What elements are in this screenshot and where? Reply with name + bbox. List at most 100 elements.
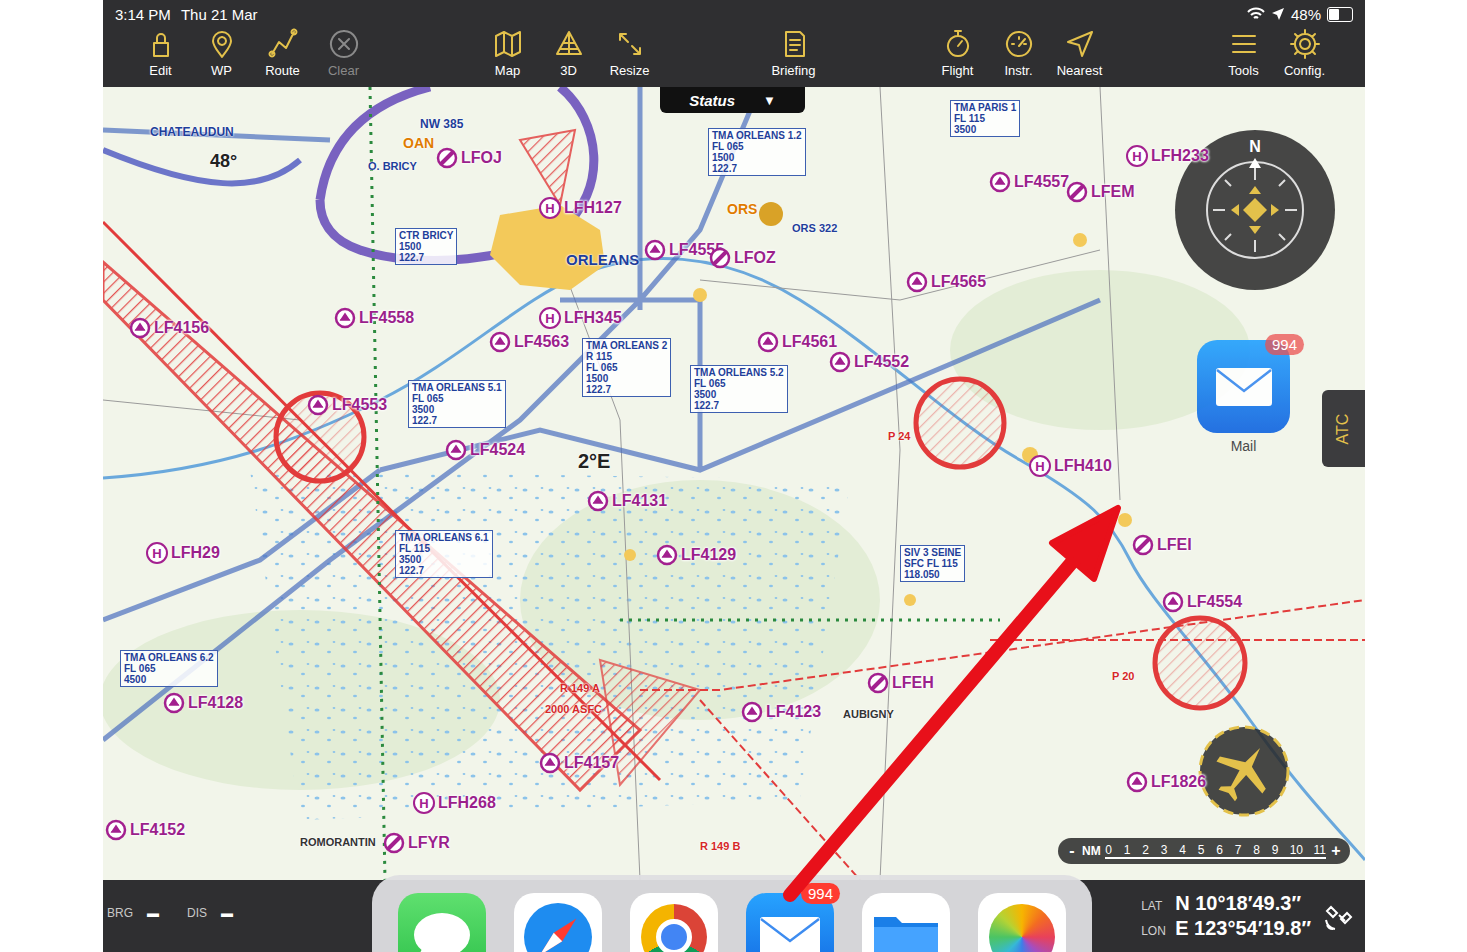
airfield-pin[interactable]: HLFH345	[539, 307, 622, 329]
airfield-pin[interactable]: LF4557	[989, 171, 1069, 193]
toolbar-button[interactable]: Route	[252, 28, 313, 78]
zoom-out-button[interactable]: -	[1066, 842, 1078, 860]
map-label: OAN	[403, 136, 434, 151]
airfield-icon	[489, 331, 511, 353]
airfield-pin[interactable]: LF4128	[163, 692, 243, 714]
location-arrow-icon	[1271, 7, 1285, 21]
airfield-pin[interactable]: LFEH	[867, 672, 934, 694]
airfield-pin[interactable]: LF4123	[741, 701, 821, 723]
chart-map[interactable]: TMA ORLEANS 1.2FL 0651500122.7 TMA PARIS …	[103, 87, 1365, 880]
map-label: NW 385	[420, 118, 463, 131]
toolbar-icon	[1289, 28, 1321, 60]
map-label: 2°E	[578, 450, 610, 472]
airspace-label[interactable]: CTR BRICY1500122.7	[395, 228, 457, 265]
airfield-pin[interactable]: HLFH268	[413, 792, 496, 814]
airfield-icon	[445, 439, 467, 461]
toolbar-button[interactable]: Clear	[313, 28, 374, 78]
toolbar-button[interactable]: 3D	[538, 28, 599, 78]
airspace-label[interactable]: TMA ORLEANS 5.1FL 0653500122.7	[408, 380, 506, 428]
files-app-icon[interactable]	[862, 893, 950, 952]
airspace-label[interactable]: TMA PARIS 1FL 1153500	[950, 100, 1020, 137]
mail-app-floating[interactable]: 994Mail	[1197, 340, 1290, 460]
chrome-app-icon[interactable]	[630, 893, 718, 952]
airfield-pin[interactable]: LF4129	[656, 544, 736, 566]
clock: 3:14 PM	[115, 6, 171, 23]
airfield-icon	[334, 307, 356, 329]
airfield-pin[interactable]: LFEM	[1066, 181, 1135, 203]
airfield-icon	[539, 752, 561, 774]
map-label: 2000 ASFC	[545, 703, 602, 715]
toolbar-group: Map3DResize	[477, 28, 660, 78]
airfield-icon	[757, 331, 779, 353]
airspace-label[interactable]: TMA ORLEANS 2R 115FL 0651500122.7	[582, 338, 671, 397]
airfield-pin[interactable]: LF4558	[334, 307, 414, 329]
toolbar-button[interactable]: Nearest	[1049, 28, 1110, 78]
airspace-label[interactable]: TMA ORLEANS 1.2FL 0651500122.7	[708, 128, 806, 176]
status-tab[interactable]: Status▼	[660, 87, 805, 113]
airfield-pin[interactable]: LF4565	[906, 271, 986, 293]
messages-app-icon[interactable]	[398, 893, 486, 952]
airfield-pin[interactable]: LF4563	[489, 331, 569, 353]
mail-app-icon[interactable]: 994	[746, 893, 834, 952]
airfield-pin[interactable]: LF1826	[1126, 771, 1206, 793]
status-bar: 3:14 PMThu 21 Mar48%	[103, 0, 1365, 28]
airfield-pin[interactable]: LF4553	[307, 394, 387, 416]
airfield-icon	[383, 832, 405, 854]
toolbar-button[interactable]: Config.	[1274, 28, 1335, 78]
toolbar-group: Briefing	[763, 28, 824, 78]
airfield-icon: H	[146, 542, 168, 564]
airspace-label[interactable]: SIV 3 SEINESFC FL 115118.050	[900, 545, 965, 582]
map-label: ORS	[727, 202, 757, 217]
map-label: R 149 B	[700, 840, 740, 852]
map-label: ORLEANS	[566, 252, 639, 269]
safari-app-icon[interactable]	[514, 893, 602, 952]
airspace-label[interactable]: TMA ORLEANS 6.1FL 1153500122.7	[395, 530, 493, 578]
ipad-screen: 3:14 PMThu 21 Mar48%EditWPRouteClearMap3…	[103, 0, 1365, 952]
airplane-icon	[1198, 725, 1290, 817]
zoom-in-button[interactable]: +	[1330, 842, 1342, 860]
airfield-pin[interactable]: HLFH410	[1029, 455, 1112, 477]
airfield-icon	[1126, 771, 1148, 793]
map-label: ROMORANTIN	[300, 836, 376, 848]
airfield-pin[interactable]: HLFH29	[146, 542, 220, 564]
toolbar-button[interactable]: Edit	[130, 28, 191, 78]
toolbar-button[interactable]: Tools	[1213, 28, 1274, 78]
airspace-label[interactable]: TMA ORLEANS 5.2FL 0653500122.7	[690, 365, 788, 413]
toolbar-button[interactable]: Instr.	[988, 28, 1049, 78]
airfield-pin[interactable]: LF4524	[445, 439, 525, 461]
toolbar-button[interactable]: Map	[477, 28, 538, 78]
airfield-pin[interactable]: HLFH127	[539, 197, 622, 219]
airfield-pin[interactable]: LFOZ	[709, 247, 776, 269]
photos-app-icon[interactable]	[978, 893, 1066, 952]
toolbar-button[interactable]: Briefing	[763, 28, 824, 78]
airfield-pin[interactable]: LF4554	[1162, 591, 1242, 613]
airfield-pin[interactable]: LFOJ	[436, 147, 502, 169]
airfield-icon	[105, 819, 127, 841]
airfield-pin[interactable]: LF4131	[587, 490, 667, 512]
airfield-pin[interactable]: HLFH233	[1126, 145, 1209, 167]
airfield-pin[interactable]: LFYR	[383, 832, 450, 854]
airfield-pin[interactable]: LF4156	[129, 317, 209, 339]
map-label: P 20	[1112, 670, 1134, 682]
compass-north: N	[1249, 138, 1261, 155]
atc-tab[interactable]: ATC	[1322, 390, 1365, 467]
airfield-pin[interactable]: LF4152	[105, 819, 185, 841]
toolbar-button[interactable]: Resize	[599, 28, 660, 78]
airfield-pin[interactable]: LF4561	[757, 331, 837, 353]
airspace-label[interactable]: TMA ORLEANS 6.2FL 0654500	[120, 650, 218, 687]
airfield-icon	[989, 171, 1011, 193]
airfield-pin[interactable]: LFEI	[1132, 534, 1192, 556]
toolbar-icon	[553, 28, 585, 60]
airfield-icon: H	[539, 307, 561, 329]
toolbar-button[interactable]: Flight	[927, 28, 988, 78]
airfield-pin[interactable]: LF4157	[539, 752, 619, 774]
battery-percent: 48%	[1291, 6, 1321, 23]
ownship-button[interactable]	[1198, 725, 1290, 817]
airfield-icon: H	[1029, 455, 1051, 477]
map-label: R 149 A	[560, 682, 600, 694]
airfield-icon	[1132, 534, 1154, 556]
screen: 3:14 PMThu 21 Mar48%EditWPRouteClearMap3…	[0, 0, 1467, 952]
toolbar-icon	[942, 28, 974, 60]
airfield-pin[interactable]: LF4552	[829, 351, 909, 373]
toolbar-button[interactable]: WP	[191, 28, 252, 78]
